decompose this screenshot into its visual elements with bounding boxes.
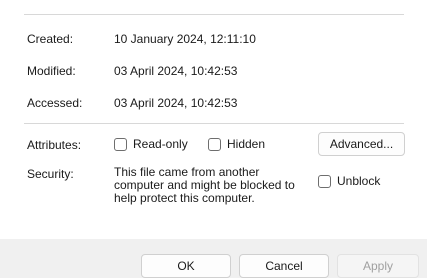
top-divider xyxy=(24,14,404,15)
created-value: 10 January 2024, 12:11:10 xyxy=(114,32,256,46)
ok-button[interactable]: OK xyxy=(141,254,231,278)
security-label: Security: xyxy=(27,167,74,181)
hidden-checkbox-label: Hidden xyxy=(227,137,266,151)
apply-button[interactable]: Apply xyxy=(337,254,419,278)
cancel-button[interactable]: Cancel xyxy=(239,254,329,278)
accessed-label: Accessed: xyxy=(27,96,83,110)
created-label: Created: xyxy=(27,32,74,46)
modified-label: Modified: xyxy=(27,64,76,78)
modified-value: 03 April 2024, 10:42:53 xyxy=(114,64,238,78)
security-message: This file came from another computer and… xyxy=(114,165,295,205)
unblock-checkbox[interactable]: Unblock xyxy=(318,174,380,188)
unblock-checkbox-label: Unblock xyxy=(337,174,381,188)
hidden-checkbox[interactable]: Hidden xyxy=(208,137,265,151)
attributes-label: Attributes: xyxy=(27,138,82,152)
properties-panel: Created: 10 January 2024, 12:11:10 Modif… xyxy=(0,0,427,239)
accessed-value: 03 April 2024, 10:42:53 xyxy=(114,96,238,110)
advanced-button[interactable]: Advanced... xyxy=(318,132,405,156)
readonly-checkbox[interactable]: Read-only xyxy=(114,137,188,151)
readonly-checkbox-box[interactable] xyxy=(114,137,127,151)
unblock-checkbox-box[interactable] xyxy=(318,174,331,188)
hidden-checkbox-box[interactable] xyxy=(208,137,221,151)
readonly-checkbox-label: Read-only xyxy=(133,137,188,151)
middle-divider xyxy=(24,123,404,124)
